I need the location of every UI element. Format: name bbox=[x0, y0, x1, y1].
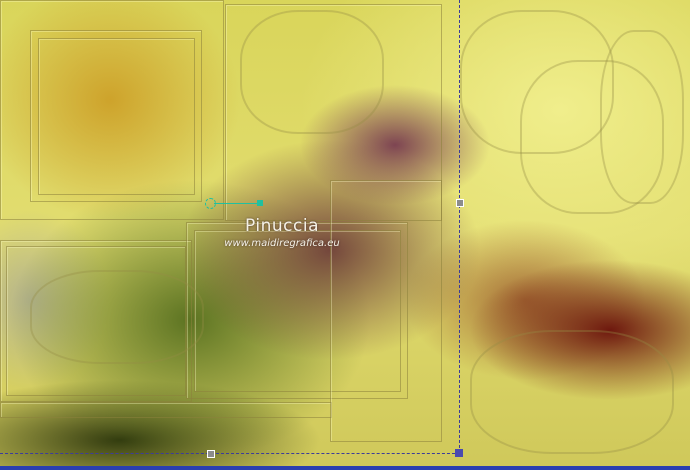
selection-edge-bottom[interactable] bbox=[0, 453, 460, 454]
watermark-name: Pinuccia bbox=[245, 216, 319, 236]
image-canvas[interactable]: Pinuccia www.maidiregrafica.eu bbox=[0, 0, 690, 470]
resize-handle-icon-right[interactable] bbox=[456, 199, 464, 207]
selection-edge-right[interactable] bbox=[459, 0, 460, 453]
frame-bottom-strip bbox=[0, 402, 332, 418]
resize-handle-icon-bottom[interactable] bbox=[207, 450, 215, 458]
rotation-handle-line bbox=[214, 203, 260, 204]
watermark: Pinuccia www.maidiregrafica.eu bbox=[212, 216, 352, 249]
leaf-emboss-1 bbox=[240, 10, 384, 134]
window-bottom-border bbox=[0, 466, 690, 470]
flower-emboss-3 bbox=[600, 30, 684, 204]
leaf-emboss-3 bbox=[470, 330, 674, 454]
frame-top-left-inner2 bbox=[38, 38, 195, 195]
leaf-emboss-2 bbox=[30, 270, 204, 364]
watermark-url: www.maidiregrafica.eu bbox=[224, 238, 340, 249]
resize-handle-icon-corner[interactable] bbox=[455, 449, 463, 457]
rotation-handle-icon[interactable] bbox=[257, 200, 263, 206]
